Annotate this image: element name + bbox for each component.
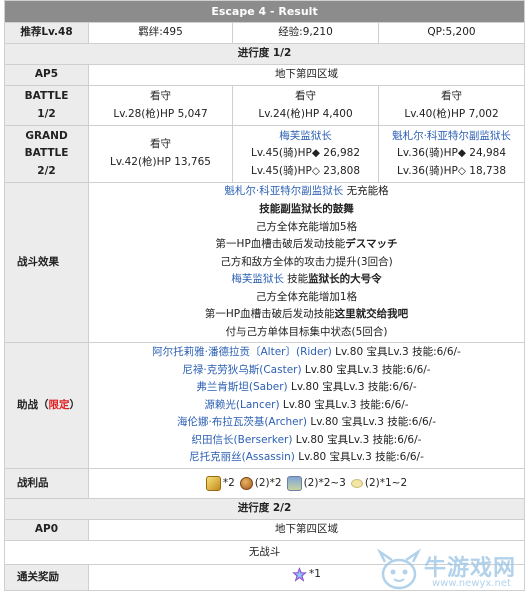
effect-line-6: 梅芙监狱长 技能监狱长的大号令 [231,273,382,286]
reward-item: *1 [292,566,321,584]
enemy-name-link[interactable]: 魁札尔·科亚特尔副监狱长 [381,128,522,146]
support-row: 助战（限定） 阿尔托莉雅·潘德拉贡〔Alter〕(Rider) Lv.80 宝具… [4,342,526,469]
battle1-enemy-3: 看守 Lv.40(枪)HP 7,002 [377,85,526,126]
quest-page: Escape 4 - Result 推荐Lv.48 羁绊:495 经验:9,21… [0,0,528,600]
progress1-header-row: 进行度 1/2 [3,43,526,65]
effect-line-5: 己方和敌方全体的攻击力提升(3回合) [220,255,393,268]
support-item: 阿尔托莉雅·潘德拉贡〔Alter〕(Rider) Lv.80 宝具Lv.3 技能… [152,345,461,358]
drop-item: (2)*2~3 [286,475,346,493]
support-item: 尼禄·克劳狄乌斯(Caster) Lv.80 宝具Lv.3 技能:6/6/- [182,363,431,376]
title-row: Escape 4 - Result [3,0,526,23]
effects-row: 战斗效果 魁札尔·科亚特尔副监狱长 无充能格 技能副监狱长的鼓舞 己方全体充能增… [4,182,526,343]
drops-row: 战利品 *2 (2)*2 (2)*2~3 (2)*1~2 [4,468,526,499]
enemy-stats: Lv.36(骑)HP◇ 18,738 [396,164,507,177]
drops-content: *2 (2)*2 (2)*2~3 (2)*1~2 [87,468,526,499]
drops-label: 战利品 [4,468,89,499]
drops-list: *2 (2)*2 (2)*2~3 (2)*1~2 [91,475,522,493]
battle2-enemy-1: 看守 Lv.42(枪)HP 13,765 [88,125,233,183]
support-list: 阿尔托莉雅·潘德拉贡〔Alter〕(Rider) Lv.80 宝具Lv.3 技能… [87,342,526,469]
watermark-url: www.newyx.net [432,578,511,589]
battle1-enemy-2: 看守 Lv.24(枪)HP 4,400 [232,85,379,126]
support-servant-link[interactable]: 弗兰肯斯坦(Saber) [196,381,287,393]
gold-statue-icon[interactable] [205,476,221,491]
support-label: 助战（限定） [4,342,89,469]
qp-value: QP:5,200 [377,22,526,44]
support-item: 弗兰肯斯坦(Saber) Lv.80 宝具Lv.3 技能:6/6/- [196,381,417,394]
effect-line-4: 第一HP血槽击破后发动技能デスマッチ [215,238,398,251]
progress2-header-row: 进行度 2/2 [3,498,526,520]
scroll-item-icon[interactable] [286,476,302,491]
battle2-label-line3: 2/2 [37,164,56,177]
enemy-stats: Lv.24(枪)HP 4,400 [258,107,353,120]
battle2-label: GRAND BATTLE 2/2 [4,125,89,183]
drop-item: *2 [205,475,235,493]
limited-tag: 限定 [48,398,70,411]
bond-value: 羁绊:495 [88,22,233,44]
enemy-name: 看守 [295,89,316,102]
battle1-row: BATTLE 1/2 看守 Lv.28(枪)HP 5,047 看守 Lv.24(… [4,85,526,126]
warden-link[interactable]: 梅芙监狱长 [231,273,284,285]
battle1-label-line1: BATTLE [24,89,69,102]
support-item: 尼托克丽丝(Assassin) Lv.80 宝具Lv.3 技能:6/6/- [189,451,424,464]
effect-line-8: 第一HP血槽击破后发动技能这里就交给我吧 [204,308,409,321]
reward-label: 通关奖励 [4,564,89,591]
effects-label: 战斗效果 [4,182,89,343]
support-servant-link[interactable]: 阿尔托莉雅·潘德拉贡〔Alter〕(Rider) [152,346,332,358]
battle2-row: GRAND BATTLE 2/2 看守 Lv.42(枪)HP 13,765 梅芙… [4,125,526,183]
saint-quartz-icon[interactable] [292,567,307,583]
battle2-label-line1: GRAND [25,129,68,142]
exp-value: 经验:9,210 [232,22,379,44]
recommended-level: 推荐Lv.48 [4,22,89,44]
drop-item: (2)*1~2 [350,475,407,493]
info-row: 推荐Lv.48 羁绊:495 经验:9,210 QP:5,200 [4,22,526,44]
battle2-enemy-2: 梅芙监狱长 Lv.45(骑)HP◆ 26,982 Lv.45(骑)HP◇ 23,… [232,125,379,183]
bronze-coin-icon[interactable] [239,477,253,490]
support-servant-link[interactable]: 海伦娜·布拉瓦茨基(Archer) [177,416,307,428]
support-servant-link[interactable]: 织田信长(Berserker) [192,434,293,446]
support-item: 源赖光(Lancer) Lv.80 宝具Lv.3 技能:6/6/- [204,398,409,411]
quest-table: Escape 4 - Result 推荐Lv.48 羁绊:495 经验:9,21… [3,0,526,591]
battle2-enemy-3: 魁札尔·科亚特尔副监狱长 Lv.36(骑)HP◆ 24,984 Lv.36(骑)… [377,125,526,183]
enemy-stats: Lv.28(枪)HP 5,047 [113,107,208,120]
effect-line-3: 己方全体充能增加5格 [255,220,358,233]
effect-line-9: 付与己方单体目标集中状态(5回合) [225,326,388,339]
site-watermark: 牛游戏网 www.newyx.net [374,546,524,598]
support-servant-link[interactable]: 源赖光(Lancer) [204,399,279,411]
enemy-name-link[interactable]: 梅芙监狱长 [235,128,376,146]
enemy-stats: Lv.42(枪)HP 13,765 [110,156,211,168]
ap2-label: AP0 [4,519,89,541]
effect-line-7: 己方全体充能增加1格 [255,290,358,303]
battle1-label: BATTLE 1/2 [4,85,89,126]
quest-title: Escape 4 - Result [3,0,526,23]
mascot-logo-icon [376,548,422,590]
progress2-header: 进行度 2/2 [3,498,526,520]
enemy-stats: Lv.36(骑)HP◆ 24,984 [396,147,507,160]
support-item: 海伦娜·布拉瓦茨基(Archer) Lv.80 宝具Lv.3 技能:6/6/- [177,416,437,429]
saint-quartz-shape [292,567,307,583]
enemy-name: 看守 [441,89,462,102]
enemy-stats: Lv.45(骑)HP◇ 23,808 [250,164,361,177]
battle1-label-line2: 1/2 [37,107,56,120]
ap2-row: AP0 地下第四区域 [4,519,526,541]
effect-line-2: 技能副监狱长的鼓舞 [259,202,354,215]
ap-label: AP5 [4,64,89,86]
support-servant-link[interactable]: 尼托克丽丝(Assassin) [189,451,295,463]
vice-warden-link[interactable]: 魁札尔·科亚特尔副监狱长 [224,185,343,197]
battle2-label-line2: BATTLE [24,147,69,160]
effects-content: 魁札尔·科亚特尔副监狱长 无充能格 技能副监狱长的鼓舞 己方全体充能增加5格 第… [87,182,526,343]
location-label: 地下第四区域 [87,64,526,86]
enemy-name: 看守 [150,89,171,102]
support-item: 织田信长(Berserker) Lv.80 宝具Lv.3 技能:6/6/- [191,433,422,446]
location2-label: 地下第四区域 [87,519,526,541]
bean-item-icon[interactable] [350,479,363,488]
enemy-stats: Lv.40(枪)HP 7,002 [404,107,499,120]
enemy-stats: Lv.45(骑)HP◆ 26,982 [250,147,361,160]
ap-row: AP5 地下第四区域 [4,64,526,86]
enemy-name: 看守 [150,138,171,151]
support-servant-link[interactable]: 尼禄·克劳狄乌斯(Caster) [182,364,301,376]
effect-line-1: 魁札尔·科亚特尔副监狱长 无充能格 [224,185,389,198]
drop-item: (2)*2 [239,475,282,493]
battle1-enemy-1: 看守 Lv.28(枪)HP 5,047 [88,85,233,126]
progress1-header: 进行度 1/2 [3,43,526,65]
